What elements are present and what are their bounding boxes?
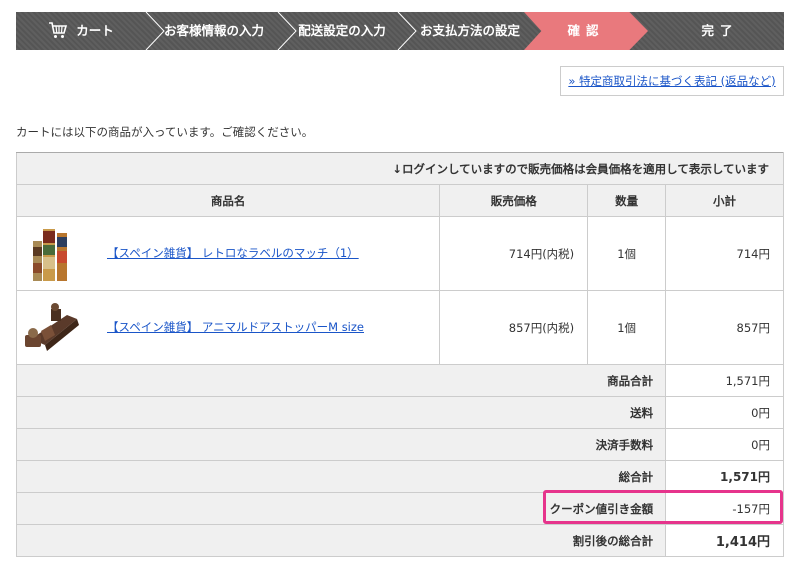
product-thumbnail-doorstopper[interactable]: [21, 295, 87, 361]
header-product-name: 商品名: [15, 184, 441, 217]
step-label: カート: [76, 23, 114, 38]
summary-value: 1,571円: [665, 364, 784, 397]
summary-value: 0円: [665, 396, 784, 429]
member-price-notice-row: ↓ログインしていますので販売価格は会員価格を適用して表示しています: [16, 152, 784, 185]
product-subtotal: 714円: [665, 216, 784, 291]
summary-label: 送料: [15, 396, 667, 429]
product-cell: 【スペイン雑貨】 アニマルドアストッパーM size: [15, 290, 441, 365]
product-link[interactable]: 【スペイン雑貨】 アニマルドアストッパーM size: [107, 291, 364, 364]
summary-value: 1,571円: [665, 460, 784, 493]
table-header-row: 商品名 販売価格 数量 小計: [15, 184, 784, 217]
product-price: 714円(内税): [439, 216, 589, 291]
summary-row-shipping: 送料 0円: [15, 396, 784, 429]
step-divider: [397, 12, 417, 50]
law-link-box: » 特定商取引法に基づく表記 (返品など): [560, 66, 784, 96]
step-label: 確認: [567, 23, 605, 38]
member-price-notice: ↓ログインしていますので販売価格は会員価格を適用して表示しています: [16, 152, 784, 185]
step-label: 配送設定の入力: [298, 23, 386, 38]
product-price: 857円(内税): [439, 290, 589, 365]
summary-value: 1,414円: [665, 524, 784, 557]
product-cell: 【スペイン雑貨】 レトロなラベルのマッチ（1）: [15, 216, 441, 291]
step-complete: 完了: [656, 12, 784, 50]
summary-value: 0円: [665, 428, 784, 461]
header-price: 販売価格: [439, 184, 589, 217]
summary-row-coupon: クーポン値引き金額 -157円: [15, 492, 784, 525]
step-confirm: 確認: [524, 12, 648, 50]
cart-table: ↓ログインしていますので販売価格は会員価格を適用して表示しています 商品名 販売…: [15, 152, 784, 557]
product-thumbnail-matches[interactable]: [21, 221, 87, 287]
checkout-steps: カート お客様情報の入力 配送設定の入力 お支払方法の設定 確認 完了: [16, 12, 784, 50]
step-label: お客様情報の入力: [163, 23, 264, 38]
step-cart: カート: [16, 12, 146, 50]
intro-text: カートには以下の商品が入っています。ご確認ください。: [16, 125, 314, 139]
product-subtotal: 857円: [665, 290, 784, 365]
law-link[interactable]: » 特定商取引法に基づく表記 (返品など): [568, 74, 775, 88]
table-row: 【スペイン雑貨】 レトロなラベルのマッチ（1） 714円(内税) 1個 714円: [15, 216, 784, 291]
product-link[interactable]: 【スペイン雑貨】 レトロなラベルのマッチ（1）: [107, 217, 359, 290]
summary-label: 商品合計: [15, 364, 667, 397]
step-label: お支払方法の設定: [419, 23, 520, 38]
summary-value: -157円: [665, 492, 784, 525]
summary-label: 割引後の総合計: [15, 524, 667, 557]
step-label: 完了: [701, 23, 739, 38]
step-payment: お支払方法の設定: [404, 12, 536, 50]
summary-label: 総合計: [15, 460, 667, 493]
summary-row-grand-total: 総合計 1,571円: [15, 460, 784, 493]
summary-label: 決済手数料: [15, 428, 667, 461]
header-qty: 数量: [587, 184, 667, 217]
summary-row-product-total: 商品合計 1,571円: [15, 364, 784, 397]
summary-label: クーポン値引き金額: [15, 492, 667, 525]
product-qty: 1個: [587, 216, 667, 291]
summary-row-discounted-total: 割引後の総合計 1,414円: [15, 524, 784, 557]
summary-row-payment-fee: 決済手数料 0円: [15, 428, 784, 461]
header-subtotal: 小計: [665, 184, 784, 217]
cart-icon: [49, 21, 68, 38]
product-qty: 1個: [587, 290, 667, 365]
table-row: 【スペイン雑貨】 アニマルドアストッパーM size 857円(内税) 1個 8…: [15, 290, 784, 365]
